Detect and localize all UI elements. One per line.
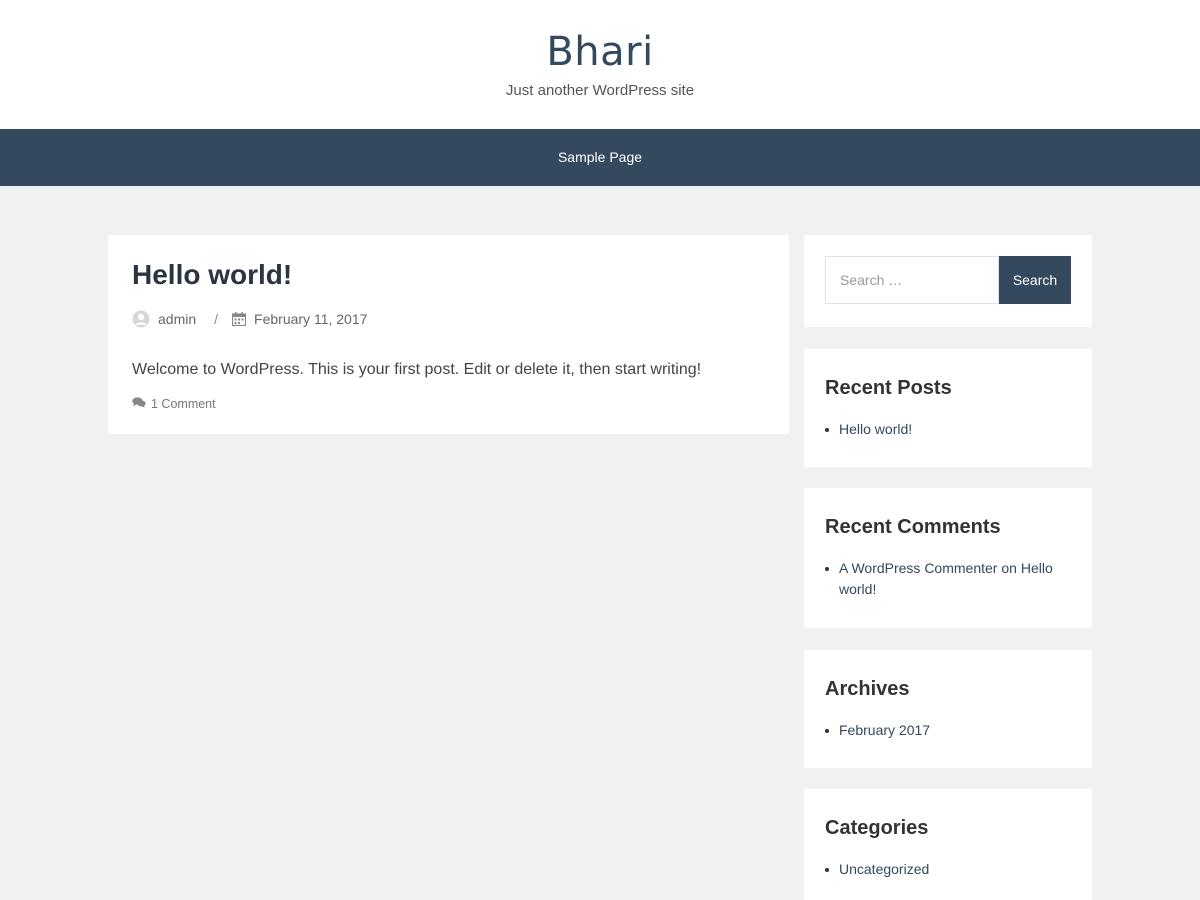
user-avatar-icon bbox=[132, 310, 150, 328]
widget-title-recent-comments: Recent Comments bbox=[825, 516, 1001, 538]
recent-posts-widget: Recent Posts Hello world! bbox=[804, 349, 1092, 467]
categories-widget: Categories Uncategorized bbox=[804, 789, 1092, 900]
post-comments: 1 Comment bbox=[132, 397, 765, 411]
comments-link[interactable]: 1 Comment bbox=[151, 397, 216, 411]
search-widget: Search bbox=[804, 235, 1092, 327]
post-meta: admin / February 11, 2017 bbox=[132, 309, 765, 329]
post-author[interactable]: admin bbox=[158, 311, 196, 327]
site-header: Bhari Just another WordPress site bbox=[0, 0, 1200, 129]
calendar-icon bbox=[232, 312, 247, 326]
post-card: Hello world! admin / February 11, 2017 W… bbox=[108, 235, 789, 434]
post-excerpt: Welcome to WordPress. This is your first… bbox=[132, 361, 702, 378]
archives-widget: Archives February 2017 bbox=[804, 650, 1092, 768]
post-date[interactable]: February 11, 2017 bbox=[254, 311, 367, 327]
list-item: Uncategorized bbox=[825, 859, 1071, 880]
site-title[interactable]: Bhari bbox=[0, 26, 1200, 78]
widget-title-recent-posts: Recent Posts bbox=[825, 377, 952, 399]
list-item: A WordPress Commenter on Hello world! bbox=[825, 558, 1071, 600]
archive-link[interactable]: February 2017 bbox=[839, 722, 930, 738]
recent-comments-widget: Recent Comments A WordPress Commenter on… bbox=[804, 488, 1092, 628]
comments-icon bbox=[132, 397, 146, 411]
nav-item-sample-page[interactable]: Sample Page bbox=[558, 149, 642, 165]
widget-title-categories: Categories bbox=[825, 817, 929, 839]
post-title[interactable]: Hello world! bbox=[132, 257, 765, 293]
site-description: Just another WordPress site bbox=[505, 82, 695, 99]
category-link[interactable]: Uncategorized bbox=[839, 861, 929, 877]
list-item: February 2017 bbox=[825, 720, 1071, 741]
main-content: Hello world! admin / February 11, 2017 W… bbox=[0, 186, 1200, 900]
widget-title-archives: Archives bbox=[825, 678, 910, 700]
meta-separator: / bbox=[214, 311, 219, 327]
comment-author-link[interactable]: A WordPress Commenter bbox=[839, 560, 997, 576]
comment-on-text: on bbox=[1001, 560, 1017, 576]
search-button[interactable]: Search bbox=[999, 256, 1071, 304]
recent-post-link[interactable]: Hello world! bbox=[839, 421, 912, 437]
list-item: Hello world! bbox=[825, 419, 1071, 440]
search-input[interactable] bbox=[825, 256, 999, 304]
main-navigation: Sample Page bbox=[0, 129, 1200, 186]
